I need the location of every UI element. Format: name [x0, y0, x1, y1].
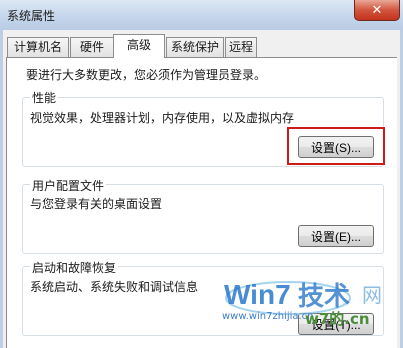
- tab-computer-name[interactable]: 计算机名: [7, 37, 69, 57]
- title-bar[interactable]: 系统属性 ✕: [0, 0, 403, 30]
- watermark-url: www.win7zhijia.cn: [222, 311, 314, 322]
- watermark-brand: w7的.cn: [305, 310, 370, 328]
- tab-system-protection[interactable]: 系统保护: [166, 37, 224, 57]
- user-profiles-settings-button[interactable]: 设置(E)...: [298, 225, 374, 247]
- startup-recovery-description: 系统启动、系统失败和调试信息: [30, 280, 199, 294]
- close-icon: ✕: [371, 2, 383, 18]
- startup-recovery-group-title: 启动和故障恢复: [30, 259, 119, 276]
- performance-description: 视觉效果，处理器计划，内存使用，以及虚拟内存: [30, 111, 295, 125]
- performance-group-title: 性能: [30, 89, 59, 106]
- window-title: 系统属性: [7, 9, 56, 23]
- user-profiles-group-title: 用户配置文件: [30, 177, 107, 194]
- tab-advanced[interactable]: 高级: [113, 34, 165, 58]
- close-button[interactable]: ✕: [354, 0, 400, 21]
- admin-note: 要进行大多数更改，您必须作为管理员登录。: [26, 68, 267, 82]
- highlight-box: [287, 127, 385, 165]
- tab-hardware[interactable]: 硬件: [70, 37, 114, 57]
- user-profiles-description: 与您登录有关的桌面设置: [30, 197, 163, 211]
- tab-remote[interactable]: 远程: [225, 37, 257, 57]
